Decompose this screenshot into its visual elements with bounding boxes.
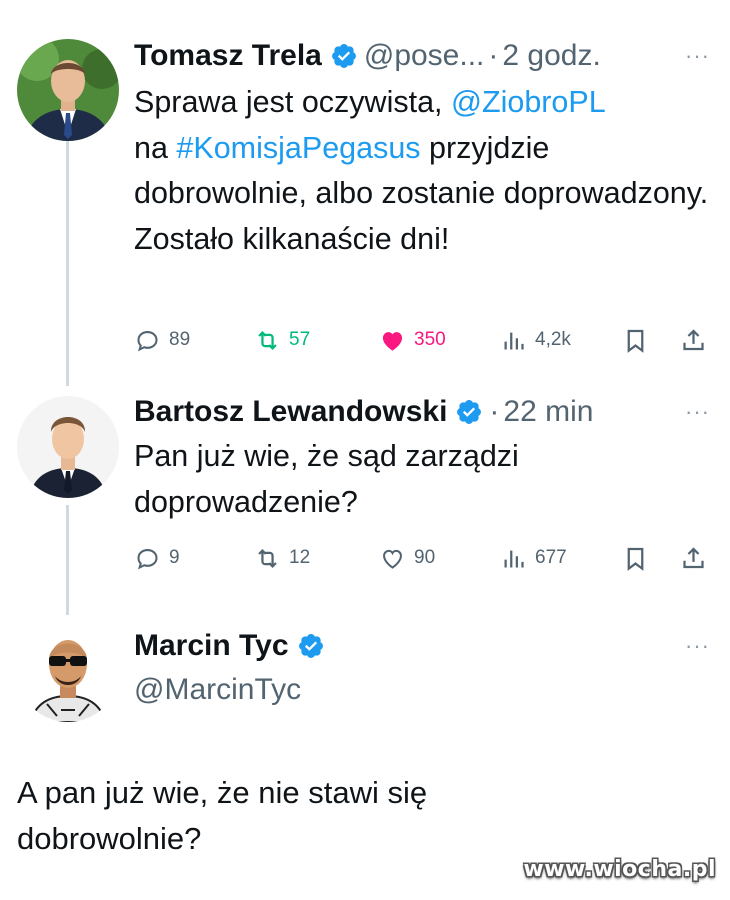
repost-count: 12 [289, 547, 311, 568]
reply-count: 9 [169, 547, 180, 568]
share-button[interactable] [680, 320, 707, 360]
watermark: www.wiocha.pl [523, 857, 716, 882]
avatar-marcin-tyc[interactable] [17, 620, 119, 722]
repost-button[interactable]: 57 [254, 320, 310, 360]
verified-badge-icon [330, 42, 358, 70]
more-icon[interactable]: ··· [685, 392, 710, 432]
tweet-text: Sprawa jest oczywista, @ZiobroPL na #Kom… [134, 80, 712, 262]
avatar-bartosz-lewandowski[interactable] [17, 396, 119, 498]
share-icon [683, 546, 704, 568]
share-button[interactable] [680, 538, 707, 578]
tweet-text: Pan już wie, że sąd zarządzi doprowadzen… [134, 439, 519, 519]
tweet-bartosz-lewandowski[interactable]: Bartosz Lewandowski · 22 min ··· Pan już… [0, 392, 730, 592]
hashtag-link[interactable]: #KomisjaPegasus [176, 131, 420, 165]
separator-dot: · [488, 39, 499, 72]
verified-badge-icon [297, 632, 325, 660]
share-icon [683, 328, 704, 350]
reply-text: A pan już wie, że nie stawi się dobrowol… [17, 770, 537, 862]
avatar-tomasz-trela[interactable] [17, 39, 119, 141]
views-icon [504, 550, 524, 567]
tweet-header: Bartosz Lewandowski · 22 min ··· [134, 392, 712, 432]
tweet-marcin-tyc[interactable]: Marcin Tyc ··· @MarcinTyc [0, 620, 730, 734]
views-count: 4,2k [535, 329, 571, 350]
author-name[interactable]: Tomasz Trela [134, 36, 322, 76]
reply-count: 89 [169, 329, 191, 350]
tweet-header: Marcin Tyc ··· [134, 626, 712, 666]
like-count: 90 [414, 547, 436, 568]
reply-text-content: A pan już wie, że nie stawi się dobrowol… [17, 775, 428, 856]
like-button[interactable]: 350 [379, 320, 446, 360]
author-name[interactable]: Marcin Tyc [134, 626, 289, 666]
author-handle[interactable]: @pose... [364, 36, 485, 76]
reply-icon [137, 330, 158, 351]
reply-icon [137, 548, 158, 569]
bookmark-icon [627, 547, 644, 571]
mention-link[interactable]: @ZiobroPL [451, 85, 606, 119]
like-icon [382, 331, 403, 351]
like-button[interactable]: 90 [379, 538, 435, 578]
bookmark-button[interactable] [622, 538, 649, 578]
tweet-actions: 9 12 90 677 [134, 538, 712, 578]
more-icon[interactable]: ··· [685, 36, 710, 76]
views-count: 677 [535, 547, 567, 568]
views-button[interactable]: 677 [500, 538, 567, 578]
timestamp[interactable]: 2 godz. [502, 36, 600, 76]
text-part: na [134, 130, 177, 165]
repost-button[interactable]: 12 [254, 538, 310, 578]
repost-icon [258, 330, 277, 350]
separator-dot: · [489, 395, 500, 428]
verified-badge-icon [455, 398, 483, 426]
views-button[interactable]: 4,2k [500, 320, 571, 360]
author-handle[interactable]: @MarcinTyc [134, 670, 712, 710]
bookmark-icon [627, 329, 644, 353]
reply-button[interactable]: 9 [134, 538, 180, 578]
text-part: Sprawa jest oczywista, [134, 85, 451, 119]
reply-button[interactable]: 89 [134, 320, 190, 360]
tweet-actions: 89 57 350 4,2k [134, 320, 712, 360]
more-icon[interactable]: ··· [685, 626, 710, 666]
like-icon [383, 549, 402, 569]
tweet-tomasz-trela[interactable]: Tomasz Trela @pose... · 2 godz. ··· Spra… [0, 36, 730, 366]
tweet-header: Tomasz Trela @pose... · 2 godz. ··· [134, 36, 712, 76]
timestamp[interactable]: 22 min [503, 392, 593, 432]
repost-icon [258, 548, 277, 568]
repost-count: 57 [289, 329, 311, 350]
like-count: 350 [414, 329, 446, 350]
bookmark-button[interactable] [622, 320, 649, 360]
views-icon [504, 332, 524, 349]
author-name[interactable]: Bartosz Lewandowski [134, 392, 447, 432]
